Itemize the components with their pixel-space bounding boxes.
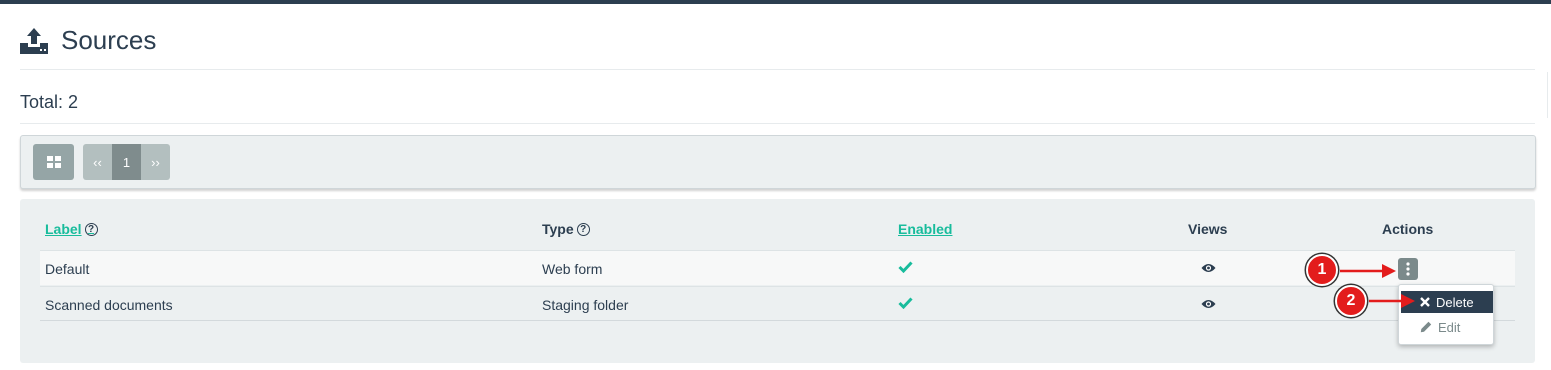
row-type: Web form [542, 261, 603, 277]
total-count: Total: 2 [20, 92, 79, 112]
table-row: Scanned documents Staging folder [40, 286, 1515, 321]
divider [20, 123, 1535, 124]
upload-icon [20, 26, 48, 54]
pagination: ‹‹ 1 ›› [83, 144, 170, 180]
edit-menu-item[interactable]: Edit [1401, 316, 1493, 338]
header-actions-text: Actions [1382, 221, 1434, 237]
help-icon[interactable]: ? [84, 222, 98, 236]
edit-label: Edit [1438, 319, 1461, 335]
row-label: Default [45, 261, 90, 277]
row-label: Scanned documents [45, 297, 173, 313]
table-row: Default Web form [40, 250, 1515, 285]
pagination-next[interactable]: ›› [141, 144, 170, 180]
grid-view-icon [46, 156, 61, 168]
row-type: Staging folder [542, 297, 629, 313]
column-header-type: Type ? [542, 221, 590, 237]
pencil-icon [1420, 321, 1432, 333]
annotation-badge-2: 2 [1335, 285, 1367, 317]
eye-icon[interactable] [1201, 299, 1216, 309]
header-label-text[interactable]: Label [45, 221, 82, 237]
vertical-dots-icon [1406, 262, 1410, 276]
close-icon [1420, 297, 1430, 307]
actions-menu-button[interactable] [1398, 258, 1418, 280]
header-type-text: Type [542, 221, 574, 237]
check-icon [898, 297, 913, 309]
page-header: Sources [20, 24, 156, 56]
annotation-arrow-1 [1340, 264, 1396, 278]
column-header-actions: Actions [1382, 221, 1433, 237]
grid-view-button[interactable] [33, 144, 74, 180]
annotation-arrow-2 [1369, 294, 1415, 308]
eye-icon[interactable] [1201, 263, 1216, 273]
pagination-prev[interactable]: ‹‹ [83, 144, 112, 180]
help-icon[interactable]: ? [576, 222, 590, 236]
header-enabled-text[interactable]: Enabled [898, 221, 952, 237]
toolbar: ‹‹ 1 ›› [20, 135, 1536, 189]
column-header-enabled[interactable]: Enabled [898, 221, 952, 237]
annotation-badge-1: 1 [1306, 254, 1338, 286]
top-navbar-edge [0, 0, 1551, 4]
header-views-text: Views [1188, 221, 1228, 237]
page-title: Sources [61, 24, 157, 55]
delete-label: Delete [1436, 294, 1474, 310]
column-header-label[interactable]: Label ? [45, 221, 98, 237]
pagination-page[interactable]: 1 [112, 144, 141, 180]
column-header-views: Views [1188, 221, 1227, 237]
divider [20, 69, 1535, 70]
divider [1547, 72, 1548, 118]
check-icon [898, 261, 913, 273]
